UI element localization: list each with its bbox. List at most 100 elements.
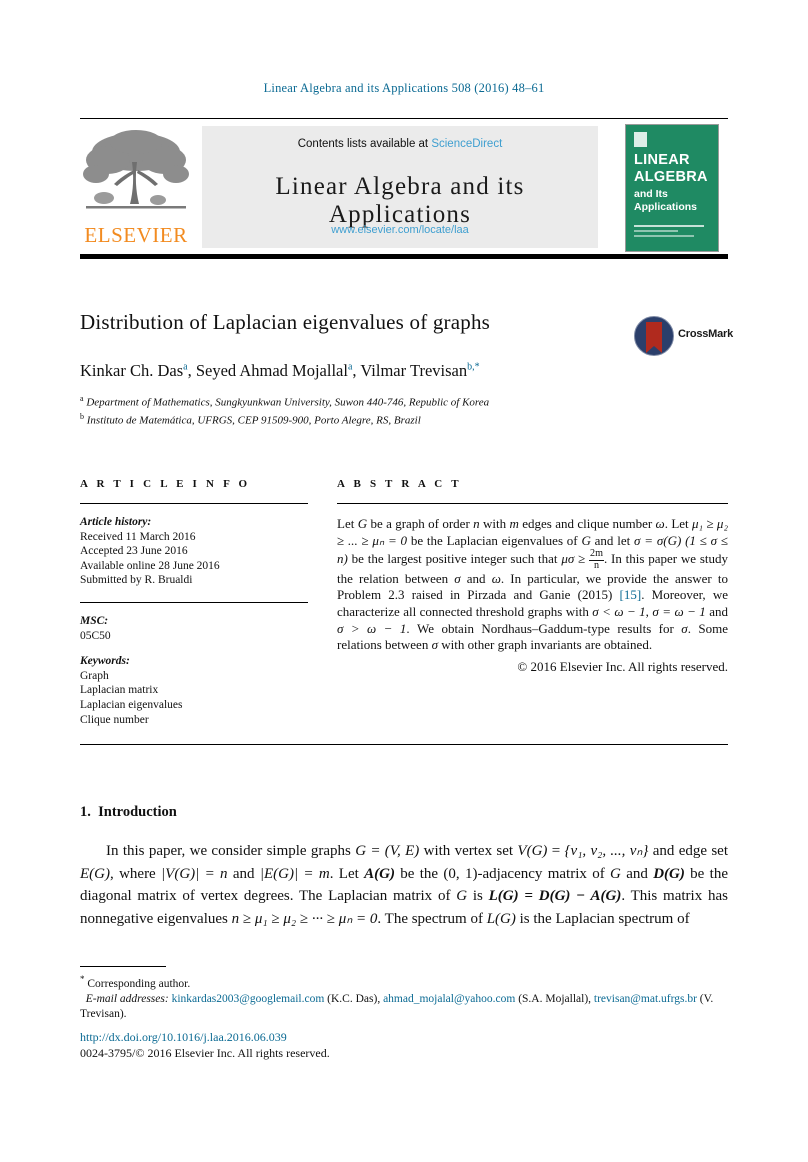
affiliation-item: a Department of Mathematics, Sungkyunkwa… [80,392,680,410]
math-eigen-chain: n ≥ μ₁ ≥ μ₂ ≥ ··· ≥ μₙ = 0 [231,910,378,927]
msc-value: 05C50 [80,629,111,642]
cover-bar-3 [634,235,694,237]
body-fragment: is the Laplacian spectrum of [515,910,690,927]
email-link[interactable]: trevisan@mat.ufrgs.br [594,993,697,1005]
affiliation-mark: b [80,411,84,421]
abstract-text: Let G be a graph of order n with m edges… [337,516,729,653]
author-name: Kinkar Ch. Das [80,361,184,380]
article-history-label: Article history: [80,516,152,528]
abstract-fragment: with [479,516,510,531]
math-m: m [509,516,519,531]
section-number: 1. [80,804,91,820]
history-item: Submitted by R. Brualdi [80,574,193,587]
math-cardinality-V: |V(G)| = n [161,865,228,882]
author-name: Vilmar Trevisan [360,361,468,380]
sciencedirect-link[interactable]: ScienceDirect [431,138,502,150]
keyword-item: Clique number [80,713,149,726]
abstract-column: A B S T R A C T Let G be a graph of orde… [337,478,728,675]
math-graph-def: G = (V, E) [355,843,420,859]
abstract-fragment: with other graph invariants are obtained… [438,637,653,653]
crossmark-label: CrossMark [678,328,734,340]
math-G: G [610,865,621,882]
body-fragment: . Let [329,865,365,882]
abstract-fragment: and [460,570,492,586]
math-edge-set: E(G) [80,865,110,882]
cover-line-4: Applications [634,201,698,213]
email-addresses: E-mail addresses: kinkardas2003@googlema… [80,992,714,1020]
math-degree-matrix: D(G) [653,865,685,882]
masthead-bottom-rule [80,254,728,259]
msc-label: MSC: [80,614,109,627]
journal-article-page: Linear Algebra and its Applications 508 … [0,0,808,1162]
author-affiliation-mark[interactable]: b,* [467,362,480,373]
body-fragment: and [227,865,260,882]
masthead-top-rule [80,118,728,119]
email-owner: (S.A. Mojallal) [518,992,589,1005]
crossmark-badge[interactable]: CrossMark [634,316,734,356]
contents-prefix: Contents lists available at [297,138,432,150]
history-item: Accepted 23 June 2016 [80,545,188,558]
corresponding-author-mark: * [80,974,85,984]
section-title: Introduction [98,804,177,820]
contents-available-line: Contents lists available at ScienceDirec… [202,138,598,150]
author-name: Seyed Ahmad Mojallal [195,361,348,380]
body-fragment: In this paper, we consider simple graphs [106,843,356,859]
introduction-paragraph: In this paper, we consider simple graphs… [80,843,729,927]
abstract-fragment: edges and clique number [518,516,656,531]
math-condition-2: σ = ω − 1 [652,604,706,620]
citation-link[interactable]: [15] [620,587,642,602]
abstract-fragment: be the largest positive integer such tha… [347,551,562,567]
abstract-fragment: . Let [664,516,693,531]
info-divider-top [80,503,308,504]
body-fragment: with vertex set [419,843,518,859]
fraction-denominator: n [593,559,600,571]
elsevier-tree-icon [83,130,189,209]
math-condition-3: σ > ω − 1 [337,620,407,636]
corresponding-author-note: * Corresponding author. [80,972,728,992]
email-link[interactable]: ahmad_mojalal@yahoo.com [383,993,515,1005]
article-info-column: A R T I C L E I N F O Article history: R… [80,478,308,727]
affiliation-text: Instituto de Matemática, UFRGS, CEP 9150… [86,414,421,427]
email-owner: (K.C. Das) [327,992,378,1005]
abstract-divider-top [337,503,728,504]
math-G: G [357,516,368,531]
cover-bar-1 [634,225,704,227]
doi-link[interactable]: http://dx.doi.org/10.1016/j.laa.2016.06.… [80,1030,287,1045]
abstract-fragment: Let [337,516,358,531]
body-fragment: . The spectrum of [377,910,487,927]
cover-bar-2 [634,230,678,232]
keyword-item: Laplacian eigenvalues [80,698,183,711]
footnote-block: * Corresponding author. E-mail addresses… [80,972,728,1022]
math-adjacency-matrix: A(G) [364,865,395,882]
keywords-label: Keywords: [80,655,130,668]
email-link[interactable]: kinkardas2003@googlemail.com [172,993,325,1005]
abstract-bottom-rule [80,744,728,745]
abstract-fragment: and let [590,532,635,548]
contents-panel: Contents lists available at ScienceDirec… [202,126,598,248]
journal-title: Linear Algebra and its Applications [275,173,525,228]
body-fragment: be the (0, 1)-adjacency matrix of [394,865,611,882]
body-fragment: and [620,865,654,882]
journal-cover-thumbnail[interactable]: LINEAR ALGEBRA and Its Applications [625,124,719,252]
math-cardinality-E: |E(G)| = m [259,865,330,882]
page-title: Distribution of Laplacian eigenvalues of… [80,310,491,334]
cover-publisher-icon [634,132,647,147]
abstract-fragment: . We obtain Nordhaus–Gaddum-type results… [406,620,682,636]
journal-homepage-link[interactable]: www.elsevier.com/locate/laa [202,224,598,236]
elsevier-wordmark: ELSEVIER [84,223,188,247]
fraction-numerator: 2m [589,548,604,561]
info-divider-middle [80,601,308,603]
history-item: Received 11 March 2016 [80,530,196,543]
article-info-heading: A R T I C L E I N F O [80,478,251,490]
body-fragment: and edge set [648,843,729,859]
article-history-block: Article history: Received 11 March 2016 … [80,515,308,588]
affiliation-text: Department of Mathematics, Sungkyunkwan … [86,396,490,409]
crossmark-ribbon-icon [646,322,662,353]
msc-block: MSC: 05C50 [80,614,308,643]
math-condition-1: σ < ω − 1 [592,604,646,620]
affiliation-mark: a [80,394,84,403]
math-vertex-set: V(G) [517,843,548,859]
corresponding-author-text: Corresponding author. [87,977,191,990]
running-head: Linear Algebra and its Applications 508 … [263,81,545,95]
author-list: Kinkar Ch. Dasa, Seyed Ahmad Mojallala, … [80,361,680,381]
